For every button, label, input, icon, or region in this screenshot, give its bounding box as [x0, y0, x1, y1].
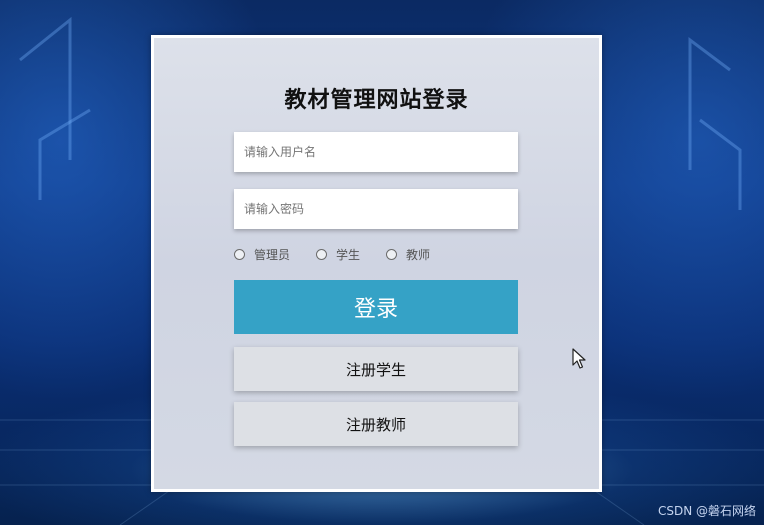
role-label: 管理员 [254, 247, 291, 262]
register-student-button[interactable]: 注册学生 [234, 347, 518, 391]
role-label: 教师 [406, 247, 431, 262]
login-card: 教材管理网站登录 管理员 学生 教师 登录 注册学生 注册教师 [151, 35, 602, 492]
radio-circle-icon[interactable] [234, 248, 245, 260]
role-option-admin[interactable]: 管理员 [234, 246, 290, 263]
page-title: 教材管理网站登录 [284, 88, 469, 113]
role-radio-group: 管理员 学生 教师 [234, 244, 518, 264]
register-teacher-button[interactable]: 注册教师 [234, 402, 518, 446]
radio-circle-icon[interactable] [316, 248, 328, 260]
watermark: CSDN @磐石网络 [657, 504, 756, 518]
login-button[interactable]: 登录 [234, 280, 518, 334]
role-label: 学生 [336, 247, 361, 262]
radio-circle-icon[interactable] [386, 248, 398, 260]
role-option-teacher[interactable]: 教师 [386, 246, 430, 263]
role-option-student[interactable]: 学生 [316, 246, 360, 263]
mouse-pointer-icon [572, 348, 586, 369]
password-input[interactable] [234, 189, 518, 229]
username-input[interactable] [234, 132, 518, 172]
